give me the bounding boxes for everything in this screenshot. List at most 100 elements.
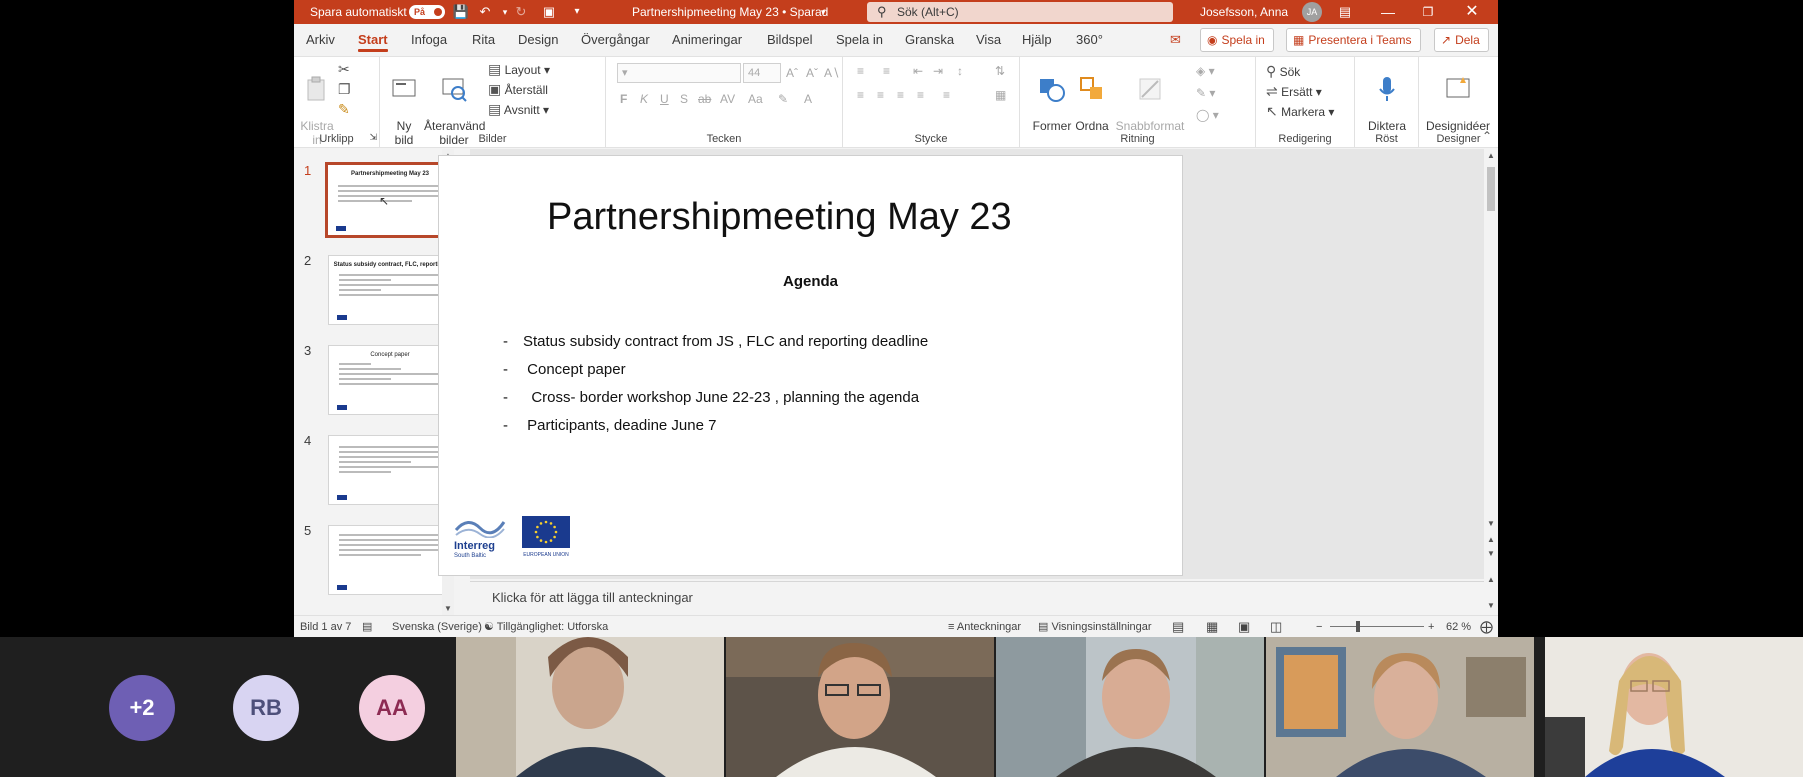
scroll-down-icon[interactable]: ▼ [1487,519,1495,528]
notes-scroll-down-icon[interactable]: ▼ [1487,601,1495,610]
grow-font-icon[interactable]: Aˆ [786,63,798,83]
tab-hjalp[interactable]: Hjälp [1022,24,1052,56]
slide-scrollbar[interactable]: ▲ ▼ ▲ ▼ ▲ ▼ [1484,149,1498,615]
shrink-font-icon[interactable]: Aˇ [806,63,818,83]
zoom-slider[interactable] [1330,626,1424,627]
shape-outline-icon[interactable]: ✎ ▾ [1196,83,1215,103]
increase-indent-icon[interactable]: ⇥ [933,61,943,81]
display-settings[interactable]: ▤ Visningsinställningar [1038,616,1152,637]
find-button[interactable]: ⚲ Sök [1266,61,1300,81]
present-teams-button[interactable]: ▦ Presentera i Teams [1286,28,1421,52]
present-from-start-icon[interactable]: ▣ [538,0,560,24]
collapse-ribbon-icon[interactable]: ⌃ [1482,129,1492,143]
comments-icon[interactable]: ✉ [1170,24,1181,56]
ribbon-display-icon[interactable]: ▤ [1334,0,1356,24]
tab-infoga[interactable]: Infoga [411,24,447,56]
tab-start[interactable]: Start [358,24,388,56]
zoom-slider-thumb[interactable] [1356,621,1360,632]
participant-video-1[interactable] [456,637,724,777]
restore-icon[interactable]: ❐ [1408,0,1448,24]
zoom-level[interactable]: 62 % [1446,616,1471,637]
tab-arkiv[interactable]: Arkiv [306,24,335,56]
tab-visa[interactable]: Visa [976,24,1001,56]
undo-icon[interactable]: ↶ [474,0,496,24]
redo-icon[interactable]: ↻ [510,0,532,24]
participant-avatar-aa[interactable]: AA [359,675,425,741]
slide-sorter-icon[interactable]: ▦ [1206,616,1218,637]
user-avatar[interactable]: JA [1302,2,1322,22]
slide-subtitle[interactable]: Agenda [439,273,1182,290]
quick-styles-button[interactable]: Snabbformat [1114,61,1186,133]
char-spacing-icon[interactable]: AV [720,89,735,109]
slide-title[interactable]: Partnershipmeeting May 23 [547,196,1012,239]
align-right-icon[interactable]: ≡ [897,85,904,105]
align-left-icon[interactable]: ≡ [857,85,864,105]
normal-view-icon[interactable]: ▤ [1172,616,1184,637]
tab-granska[interactable]: Granska [905,24,954,56]
tab-spela-in[interactable]: Spela in [836,24,883,56]
share-button[interactable]: ↗ Dela [1434,28,1489,52]
bold-button[interactable]: F [620,89,627,109]
fit-slide-icon[interactable]: ⨁ [1480,616,1493,637]
bullets-icon[interactable]: ≡ [857,61,864,81]
line-spacing-icon[interactable]: ↕ [957,61,963,81]
customize-toolbar-icon[interactable]: ▾ [566,0,588,24]
close-icon[interactable]: ✕ [1452,0,1492,24]
participant-video-4[interactable] [1266,637,1534,777]
record-button[interactable]: ◉ Spela in [1200,28,1274,52]
accessibility-button[interactable]: ☯ Tillgänglighet: Utforska [484,616,608,637]
current-slide[interactable]: Partnershipmeeting May 23 Agenda - Status… [438,155,1183,576]
notes-toggle[interactable]: ≡ Anteckningar [948,616,1021,637]
thumbnail-5[interactable]: 5 [294,523,452,601]
zoom-in-icon[interactable]: + [1428,616,1434,637]
align-center-icon[interactable]: ≡ [877,85,884,105]
arrange-button[interactable]: Ordna [1072,61,1112,133]
more-participants-badge[interactable]: +2 [109,675,175,741]
tab-360[interactable]: 360° [1076,24,1103,56]
spelling-check-icon[interactable]: ▤ [362,616,372,637]
shadow-button[interactable]: S [680,89,688,109]
scroll-down-icon[interactable]: ▼ [444,604,452,613]
layout-button[interactable]: ▤ Layout ▾ [488,59,550,79]
design-ideas-button[interactable]: Designidéer [1425,61,1491,133]
reading-view-icon[interactable]: ▣ [1238,616,1250,637]
title-dropdown-icon[interactable]: ▾ [821,0,826,24]
minimize-icon[interactable]: — [1368,0,1408,24]
strikethrough-icon[interactable]: ab [698,89,711,109]
change-case-icon[interactable]: Aa [748,89,763,109]
tab-bildspel[interactable]: Bildspel [767,24,813,56]
shape-fill-icon[interactable]: ◈ ▾ [1196,61,1215,81]
thumbnail-4[interactable]: 4 [294,433,452,511]
scroll-thumb[interactable] [1487,167,1495,211]
slideshow-view-icon[interactable]: ◫ [1270,616,1282,637]
tab-overgangar[interactable]: Övergångar [581,24,650,56]
shapes-button[interactable]: Former [1032,61,1072,133]
format-painter-icon[interactable]: ✎ [338,99,350,119]
participant-video-3[interactable] [996,637,1264,777]
decrease-indent-icon[interactable]: ⇤ [913,61,923,81]
thumbnail-1[interactable]: 1 Partnershipmeeting May 23 [294,162,455,241]
columns-icon[interactable]: ≡ [943,85,950,105]
participant-video-2[interactable] [726,637,994,777]
search-box[interactable]: ⚲ Sök (Alt+C) [867,2,1173,22]
font-size-combo[interactable]: 44 [743,63,781,83]
section-button[interactable]: ▤ Avsnitt ▾ [488,99,549,119]
clear-format-icon[interactable]: A∖ [824,63,840,83]
scroll-up-icon[interactable]: ▲ [1487,151,1495,160]
reset-button[interactable]: ▣ Återställ [488,79,548,99]
font-color-icon[interactable]: A [804,89,812,109]
thumbnail-2[interactable]: 2 Status subsidy contract, FLC, reportin… [294,253,452,331]
zoom-out-icon[interactable]: − [1316,616,1322,637]
language[interactable]: Svenska (Sverige) [392,616,482,637]
numbering-icon[interactable]: ≡ [883,61,890,81]
copy-icon[interactable]: ❐ [338,79,351,99]
participant-avatar-rb[interactable]: RB [233,675,299,741]
text-direction-icon[interactable]: ⇅ [995,61,1005,81]
italic-button[interactable]: K [640,89,648,109]
notes-pane[interactable]: Klicka för att lägga till anteckningar [470,581,1484,615]
tab-animeringar[interactable]: Animeringar [672,24,742,56]
replace-button[interactable]: ⇌ Ersätt ▾ [1266,81,1322,101]
dictate-button[interactable]: Diktera [1363,61,1411,133]
highlight-icon[interactable]: ✎ [778,89,788,109]
clipboard-launcher-icon[interactable]: ⇲ [369,127,377,147]
